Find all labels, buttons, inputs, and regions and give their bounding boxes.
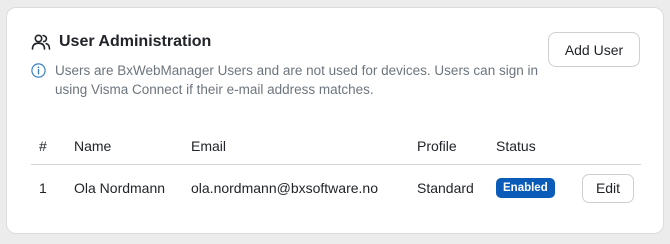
table-row: 1 Ola Nordmann ola.nordmann@bxsoftware.n… <box>31 165 641 212</box>
info-text: Users are BxWebManager Users and are not… <box>55 63 538 97</box>
row-number: 1 <box>39 180 47 196</box>
user-name: Ola Nordmann <box>74 180 166 196</box>
column-header-name: Name <box>74 128 191 165</box>
status-badge: Enabled <box>496 178 555 198</box>
panel-header: User Administration <box>31 32 211 52</box>
column-header-number: # <box>31 128 74 165</box>
users-table: # Name Email Profile Status 1 Ola Nordma… <box>31 128 641 211</box>
column-header-profile: Profile <box>417 128 496 165</box>
page-title: User Administration <box>59 33 212 50</box>
add-user-button[interactable]: Add User <box>548 32 640 67</box>
column-header-email: Email <box>191 128 417 165</box>
user-administration-panel: User Administration Add User Users are B… <box>6 7 664 234</box>
users-icon <box>31 32 51 52</box>
info-message: Users are BxWebManager Users and are not… <box>31 61 541 99</box>
user-profile: Standard <box>417 180 474 196</box>
status-cell: Enabled <box>496 165 582 212</box>
info-circle-icon <box>31 63 46 78</box>
edit-user-button[interactable]: Edit <box>582 173 634 203</box>
column-header-actions <box>582 128 641 165</box>
actions-cell: Edit <box>582 165 641 212</box>
column-header-status: Status <box>496 128 582 165</box>
table-header-row: # Name Email Profile Status <box>31 128 641 165</box>
user-email: ola.nordmann@bxsoftware.no <box>191 180 378 196</box>
